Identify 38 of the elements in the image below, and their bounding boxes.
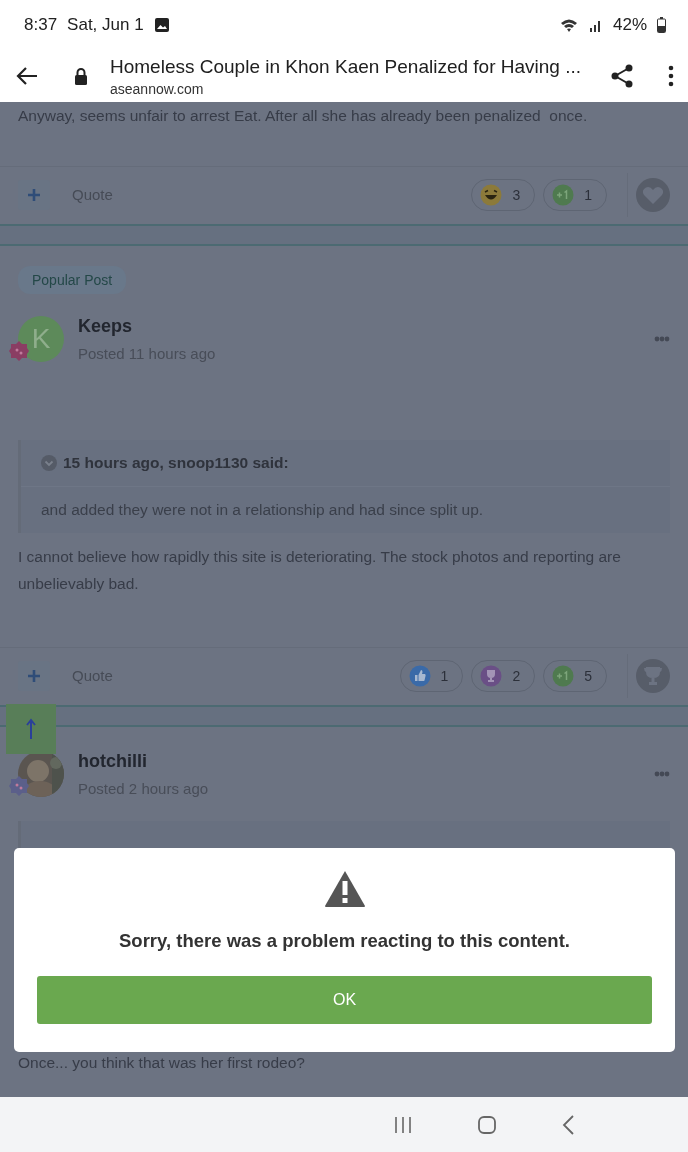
clock-time: 8:37 [24, 15, 58, 35]
more-icon[interactable] [668, 65, 674, 87]
trophy-icon [480, 664, 503, 687]
thumbs-up-icon [408, 664, 431, 687]
status-date: Sat, Jun 1 [67, 15, 144, 35]
rank-badge-icon [8, 775, 30, 797]
heart-react-icon[interactable] [636, 177, 670, 212]
more-options-icon[interactable] [654, 771, 670, 777]
lock-icon [74, 67, 88, 85]
recent-apps-icon[interactable] [393, 1115, 413, 1134]
rank-badge-icon [8, 340, 30, 362]
up-arrow-icon [25, 718, 37, 740]
plus-one-icon [552, 183, 575, 206]
laughing-face-icon [480, 183, 503, 206]
back-icon[interactable] [16, 66, 38, 86]
battery-percent: 42% [612, 15, 647, 35]
post-text: Anyway, seems unfair to arrest Eat. After all she has already been penalized once. [17, 106, 589, 126]
warning-icon [323, 870, 366, 908]
page-title: Homeless Couple in Khon Kaen Penalized for Having ... [110, 55, 583, 78]
scroll-to-top-button[interactable] [6, 704, 56, 754]
page-domain: aseannow.com [110, 80, 205, 97]
plus-one-icon [552, 664, 575, 687]
ok-button[interactable]: OK [37, 976, 652, 1024]
chevron-icon [41, 455, 57, 471]
trophy-react-icon[interactable] [636, 658, 670, 693]
author-name[interactable]: Keeps [78, 316, 654, 337]
plus-icon [28, 669, 40, 682]
popular-post-badge: Popular Post [18, 266, 127, 294]
error-message: Sorry, there was a problem reacting to this content. [119, 930, 570, 952]
author-name[interactable]: hotchilli [78, 751, 654, 772]
home-icon[interactable] [477, 1114, 497, 1135]
quote-author: 15 hours ago, snoop1130 said: [63, 454, 289, 472]
battery-icon [657, 17, 666, 33]
share-icon[interactable] [610, 64, 634, 88]
post-text: Once... you think that was her first rodeo? [17, 1053, 306, 1073]
image-icon [153, 17, 170, 33]
more-options-icon[interactable] [654, 336, 670, 342]
plus-icon [28, 188, 40, 201]
